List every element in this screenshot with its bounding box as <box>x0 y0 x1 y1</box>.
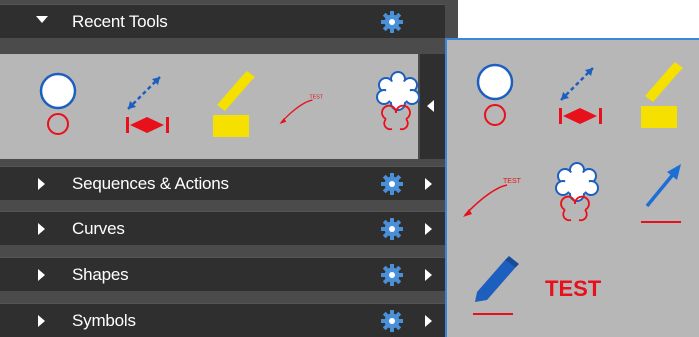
gear-icon[interactable] <box>380 263 404 287</box>
recent-tools-area: TEST <box>0 54 420 159</box>
chevron-left-icon <box>427 100 434 112</box>
expand-toggle-icon[interactable] <box>36 16 48 23</box>
highlighter-tool-icon[interactable] <box>205 69 265 139</box>
svg-text:TEST: TEST <box>503 178 522 185</box>
text-tool[interactable]: TEST <box>545 276 601 302</box>
pen-tool-icon[interactable] <box>467 250 527 320</box>
leader-text-tool-icon[interactable]: TEST <box>457 162 537 232</box>
highlighter-tool-icon[interactable] <box>633 60 693 130</box>
section-header-curves[interactable]: Curves <box>0 211 445 245</box>
section-label: Curves <box>72 219 125 238</box>
section-label: Recent Tools <box>72 12 168 31</box>
flyout-toggle[interactable] <box>420 54 445 159</box>
tool-panel: Recent Tools TEST Sequences & Actions Cu… <box>0 0 458 337</box>
gear-icon[interactable] <box>380 309 404 333</box>
section-label: Sequences & Actions <box>72 174 229 193</box>
gear-icon[interactable] <box>380 172 404 196</box>
section-label: Shapes <box>72 265 129 284</box>
flyout-arrow-icon[interactable] <box>425 269 432 281</box>
expand-toggle-icon[interactable] <box>38 223 45 235</box>
expand-toggle-icon[interactable] <box>38 269 45 281</box>
flyout-arrow-icon[interactable] <box>425 223 432 235</box>
circle-tool-icon[interactable] <box>28 69 88 139</box>
expand-toggle-icon[interactable] <box>38 315 45 327</box>
section-header-symbols[interactable]: Symbols <box>0 303 445 337</box>
dimension-tool-icon[interactable] <box>118 69 178 139</box>
tool-flyout-palette: TEST TEST <box>445 38 699 337</box>
gear-icon[interactable] <box>380 10 404 34</box>
flyout-arrow-icon[interactable] <box>425 178 432 190</box>
arrow-tool-icon[interactable] <box>633 158 693 228</box>
svg-text:TEST: TEST <box>310 95 324 101</box>
circle-tool-icon[interactable] <box>465 60 525 130</box>
section-label: Symbols <box>72 311 136 330</box>
leader-text-tool-icon[interactable]: TEST <box>275 74 335 144</box>
section-header-shapes[interactable]: Shapes <box>0 257 445 291</box>
dimension-tool-icon[interactable] <box>551 60 611 130</box>
cloud-tool-icon[interactable] <box>368 69 428 139</box>
expand-toggle-icon[interactable] <box>38 178 45 190</box>
gear-icon[interactable] <box>380 217 404 241</box>
section-header-recent-tools[interactable]: Recent Tools <box>0 4 445 38</box>
flyout-arrow-icon[interactable] <box>425 315 432 327</box>
cloud-tool-icon[interactable] <box>547 160 607 230</box>
section-header-sequences-actions[interactable]: Sequences & Actions <box>0 166 445 200</box>
